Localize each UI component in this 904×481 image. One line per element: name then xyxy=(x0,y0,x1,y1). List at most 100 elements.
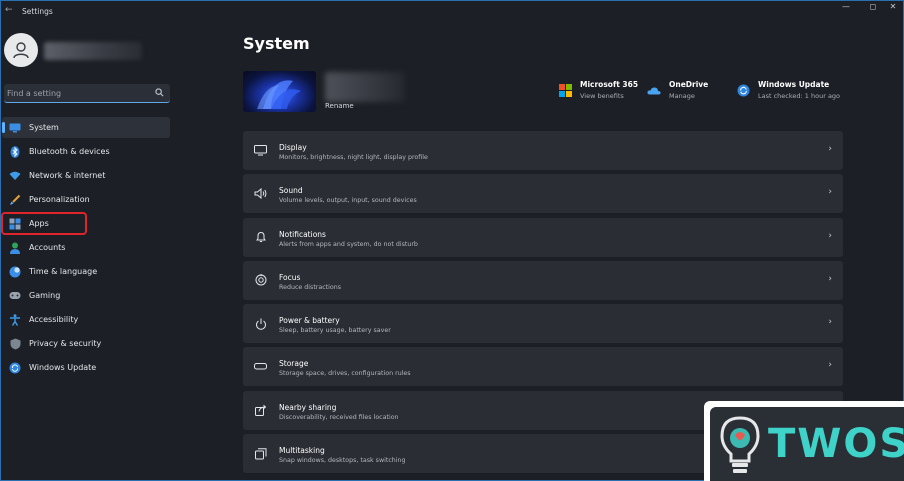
power-icon xyxy=(254,317,267,330)
card-storage[interactable]: Storage Storage space, drives, configura… xyxy=(243,347,843,387)
focus-icon xyxy=(254,274,267,287)
sidebar-item-label: Network & internet xyxy=(29,171,106,180)
update-icon xyxy=(9,362,21,374)
search-icon[interactable] xyxy=(155,88,164,97)
chevron-right-icon: › xyxy=(828,360,832,371)
card-focus[interactable]: Focus Reduce distractions › xyxy=(243,260,843,300)
quick-link-title: Windows Update xyxy=(758,80,830,89)
card-title: Power & battery xyxy=(279,316,340,326)
sidebar-nav: System Bluetooth & devices Network & int… xyxy=(1,117,170,381)
person-icon xyxy=(13,42,29,59)
person-icon xyxy=(9,242,21,254)
apps-icon xyxy=(9,218,21,230)
sidebar-item-accessibility[interactable]: Accessibility xyxy=(2,309,170,330)
sidebar-item-label: Time & language xyxy=(29,267,98,276)
chevron-right-icon: › xyxy=(828,187,832,198)
card-subtitle: Reduce distractions xyxy=(279,283,342,291)
card-subtitle: Snap windows, desktops, task switching xyxy=(279,457,406,465)
quick-link-subtitle: Last checked: 1 hour ago xyxy=(758,92,841,100)
storage-icon xyxy=(254,360,267,373)
sidebar-item-windows-update[interactable]: Windows Update xyxy=(2,357,170,378)
watermark-text: TWOS xyxy=(768,421,904,467)
close-button[interactable]: ✕ xyxy=(882,2,904,11)
quick-link-microsoft-365[interactable]: Microsoft 365 View benefits xyxy=(558,80,638,100)
card-title: Sound xyxy=(279,186,303,196)
device-name-blurred xyxy=(325,72,405,102)
card-subtitle: Sleep, battery usage, battery saver xyxy=(279,327,391,335)
watermark-panel: TWOS xyxy=(710,407,904,481)
card-subtitle: Alerts from apps and system, do not dist… xyxy=(279,240,418,248)
cloud-icon xyxy=(647,83,661,97)
window-title: Settings xyxy=(22,7,53,16)
rename-link[interactable]: Rename xyxy=(325,102,354,110)
sidebar-item-label: Windows Update xyxy=(29,363,97,372)
quick-link-windows-update[interactable]: Windows Update Last checked: 1 hour ago xyxy=(736,80,840,100)
sidebar-item-label: Bluetooth & devices xyxy=(29,147,110,156)
quick-link-title: Microsoft 365 xyxy=(580,80,639,89)
quick-link-subtitle: View benefits xyxy=(580,92,624,100)
back-arrow-icon[interactable]: ← xyxy=(5,5,13,15)
maximize-button[interactable]: ◻ xyxy=(862,2,884,11)
wifi-icon xyxy=(9,170,21,182)
sidebar-item-bluetooth[interactable]: Bluetooth & devices xyxy=(2,141,170,162)
sidebar-item-label: Personalization xyxy=(29,195,90,204)
sidebar-item-time-language[interactable]: Time & language xyxy=(2,261,170,282)
sidebar-item-label: Privacy & security xyxy=(29,339,102,348)
accessibility-icon xyxy=(9,313,21,326)
gamepad-icon xyxy=(9,290,21,302)
sidebar-item-system[interactable]: System xyxy=(2,117,170,138)
card-display[interactable]: Display Monitors, brightness, night ligh… xyxy=(243,131,843,170)
quick-link-onedrive[interactable]: OneDrive Manage xyxy=(647,80,708,100)
sidebar-item-apps[interactable]: Apps xyxy=(1,212,87,235)
sidebar-item-privacy[interactable]: Privacy & security xyxy=(2,333,170,354)
chevron-right-icon: › xyxy=(828,317,832,328)
chevron-right-icon: › xyxy=(828,144,832,154)
search-input[interactable] xyxy=(4,84,154,102)
card-sound[interactable]: Sound Volume levels, output, input, soun… xyxy=(243,174,843,214)
card-subtitle: Storage space, drives, configuration rul… xyxy=(279,370,411,378)
minimize-button[interactable]: — xyxy=(835,2,857,11)
quick-link-subtitle: Manage xyxy=(669,92,695,100)
sidebar-item-accounts[interactable]: Accounts xyxy=(2,237,170,258)
card-subtitle: Volume levels, output, input, sound devi… xyxy=(279,197,417,205)
device-wallpaper-thumbnail xyxy=(243,71,316,112)
card-subtitle: Discoverability, received files location xyxy=(279,413,399,421)
sidebar-item-label: Accounts xyxy=(29,243,66,252)
monitor-icon xyxy=(254,144,267,157)
system-icon xyxy=(9,122,21,134)
sidebar-item-label: Gaming xyxy=(29,291,61,300)
sidebar-item-label: Accessibility xyxy=(29,315,79,324)
sidebar-item-label: Apps xyxy=(29,219,49,228)
card-subtitle: Monitors, brightness, night light, displ… xyxy=(279,154,428,161)
sidebar-item-label: System xyxy=(29,123,59,132)
card-notifications[interactable]: Notifications Alerts from apps and syste… xyxy=(243,217,843,257)
card-title: Notifications xyxy=(279,229,326,239)
quick-link-title: OneDrive xyxy=(669,80,709,89)
card-title: Multitasking xyxy=(279,446,325,456)
multitask-icon xyxy=(254,447,267,460)
chevron-right-icon: › xyxy=(828,230,832,241)
watermark-badge: TWOS xyxy=(704,401,904,481)
sidebar-item-network[interactable]: Network & internet xyxy=(2,165,170,186)
avatar[interactable] xyxy=(4,33,38,67)
profile-name-blurred xyxy=(44,42,142,60)
card-title: Nearby sharing xyxy=(279,402,337,412)
card-title: Display xyxy=(279,143,307,152)
bluetooth-icon xyxy=(9,145,21,158)
bell-icon xyxy=(254,231,267,244)
title-bar: ← Settings — ◻ ✕ xyxy=(0,0,904,22)
search-box[interactable] xyxy=(4,84,170,103)
sidebar-item-personalization[interactable]: Personalization xyxy=(2,189,170,210)
brush-icon xyxy=(9,194,21,206)
globe-clock-icon xyxy=(9,266,21,278)
sync-icon xyxy=(736,83,750,97)
chevron-right-icon: › xyxy=(828,273,832,284)
card-title: Focus xyxy=(279,272,301,282)
card-title: Storage xyxy=(279,359,309,369)
microsoft-icon xyxy=(558,83,572,97)
sidebar-item-gaming[interactable]: Gaming xyxy=(2,285,170,306)
shield-icon xyxy=(9,338,21,350)
lightbulb-icon xyxy=(720,416,760,473)
windows-bloom-image xyxy=(257,80,301,109)
card-power-battery[interactable]: Power & battery Sleep, battery usage, ba… xyxy=(243,304,843,344)
